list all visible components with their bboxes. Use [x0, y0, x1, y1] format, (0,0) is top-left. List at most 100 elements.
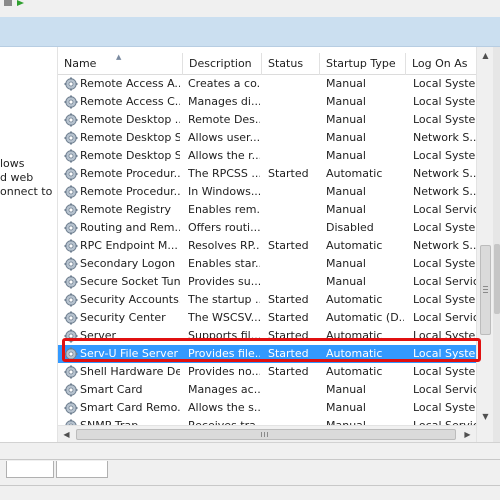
services-list[interactable]: Name ▲ Description Status Startup Type L… — [58, 47, 493, 442]
service-startup-type: Manual — [326, 203, 366, 216]
service-log-on-as: Local Syste... — [413, 401, 476, 414]
tab-extended[interactable] — [6, 461, 54, 478]
service-log-on-as: Local Syste... — [413, 149, 476, 162]
service-startup-type: Disabled — [326, 221, 374, 234]
scroll-right-button[interactable]: ▶ — [459, 426, 476, 442]
service-status: Started — [268, 167, 309, 180]
scroll-left-button[interactable]: ◀ — [58, 426, 75, 442]
gear-icon — [64, 401, 78, 415]
service-name: Remote Access C... — [80, 95, 180, 108]
service-description: Manages di... — [188, 95, 260, 108]
service-row[interactable]: Secondary Logon Enables star... Manual Loca… — [58, 255, 476, 273]
gear-icon — [64, 239, 78, 253]
service-log-on-as: Local Syste... — [413, 293, 476, 306]
service-name: Remote Procedur... — [80, 167, 180, 180]
service-startup-type: Manual — [326, 131, 366, 144]
service-description: Offers routi... — [188, 221, 260, 234]
status-divider — [0, 485, 500, 486]
service-row[interactable]: Security Accounts... The startup ... Start… — [58, 291, 476, 309]
service-row[interactable]: Remote Desktop ... Remote Des... Manual Loc… — [58, 111, 476, 129]
service-log-on-as: Local Syste... — [413, 77, 476, 90]
service-row[interactable]: Shell Hardware De... Provides no... Starte… — [58, 363, 476, 381]
column-header-name[interactable]: Name ▲ — [58, 53, 183, 75]
column-header-description[interactable]: Description — [183, 53, 262, 75]
service-row[interactable]: Security Center The WSCSV... Started Automa… — [58, 309, 476, 327]
service-description: Allows user... — [188, 131, 260, 144]
service-description: Enables rem... — [188, 203, 260, 216]
service-name: Remote Desktop ... — [80, 113, 180, 126]
toolbar-stop-icon[interactable] — [3, 0, 13, 8]
gear-icon — [64, 149, 78, 163]
column-header-log-on-as[interactable]: Log On As — [406, 53, 476, 75]
gear-icon — [64, 293, 78, 307]
service-description: Provides su... — [188, 275, 260, 288]
service-startup-type: Manual — [326, 185, 366, 198]
service-description: Creates a co... — [188, 77, 260, 90]
service-row[interactable]: Smart Card Manages ac... Manual Local Servi… — [58, 381, 476, 399]
service-description: Allows the s... — [188, 401, 260, 414]
window-scroll-thumb[interactable] — [494, 244, 500, 314]
gear-icon — [64, 221, 78, 235]
service-row[interactable]: Secure Socket Tun... Provides su... Manual… — [58, 273, 476, 291]
service-log-on-as: Local Syste... — [413, 95, 476, 108]
service-row[interactable]: Smart Card Remo... Allows the s... Manual L… — [58, 399, 476, 417]
scroll-up-button[interactable]: ▲ — [477, 47, 493, 64]
column-header-status[interactable]: Status — [262, 53, 320, 75]
service-row[interactable]: Routing and Rem... Offers routi... Disable… — [58, 219, 476, 237]
list-horizontal-scrollbar[interactable]: ◀ ▶ — [58, 425, 476, 442]
toolbar-play-icon[interactable] — [16, 0, 26, 8]
service-description-pane: lows d web onnect to — [0, 47, 58, 442]
description-line-3: onnect to — [0, 185, 53, 198]
service-name: Routing and Rem... — [80, 221, 180, 234]
service-log-on-as: Local Syste... — [413, 365, 476, 378]
service-row[interactable]: RPC Endpoint M... Resolves RP... Started Au… — [58, 237, 476, 255]
service-startup-type: Manual — [326, 77, 366, 90]
horizontal-scroll-thumb[interactable] — [76, 429, 456, 440]
column-startup-type-label: Startup Type — [326, 57, 396, 70]
service-startup-type: Manual — [326, 113, 366, 126]
scroll-down-button[interactable]: ▼ — [477, 408, 493, 425]
service-row[interactable]: Remote Access C... Manages di... Manual Loc… — [58, 93, 476, 111]
tab-standard[interactable] — [56, 461, 108, 478]
gear-icon — [64, 311, 78, 325]
service-startup-type: Manual — [326, 257, 366, 270]
service-log-on-as: Local Syste... — [413, 329, 476, 342]
service-row[interactable]: Remote Desktop S... Allows user... Manual N… — [58, 129, 476, 147]
service-log-on-as: Local Service — [413, 203, 476, 216]
service-row[interactable]: Remote Registry Enables rem... Manual Local… — [58, 201, 476, 219]
service-description: Remote Des... — [188, 113, 260, 126]
service-startup-type: Manual — [326, 383, 366, 396]
service-description: Manages ac... — [188, 383, 260, 396]
service-startup-type: Manual — [326, 149, 366, 162]
service-status — [268, 75, 318, 93]
service-row[interactable]: Remote Desktop S... Allows the r... Manual… — [58, 147, 476, 165]
gear-icon — [64, 383, 78, 397]
toolbar — [0, 0, 500, 17]
list-vertical-scrollbar[interactable]: ▲ ▼ — [476, 47, 493, 442]
service-startup-type: Automatic — [326, 365, 383, 378]
service-log-on-as: Local Syste... — [413, 257, 476, 270]
gear-icon — [64, 95, 78, 109]
description-line-1: lows — [0, 157, 25, 170]
service-log-on-as: Local Syste... — [413, 113, 476, 126]
service-name: Shell Hardware De... — [80, 365, 180, 378]
service-row[interactable]: Server Supports fil... Started Automatic Loc… — [58, 327, 476, 345]
gear-icon — [64, 113, 78, 127]
vertical-scroll-thumb[interactable] — [480, 245, 491, 335]
column-header-startup-type[interactable]: Startup Type — [320, 53, 406, 75]
service-row[interactable]: Remote Procedur... In Windows... Manual Net… — [58, 183, 476, 201]
service-name: Security Accounts... — [80, 293, 180, 306]
service-name: Smart Card — [80, 383, 143, 396]
service-row-selected[interactable]: Serv-U File Server Provides file... Starte… — [58, 345, 476, 363]
service-log-on-as: Network S... — [413, 185, 476, 198]
service-log-on-as: Local Syste... — [413, 347, 476, 360]
gear-icon — [64, 77, 78, 91]
tab-strip-line — [0, 459, 500, 460]
service-row[interactable]: Remote Access A... Creates a co... Manual L… — [58, 75, 476, 93]
service-status — [268, 111, 318, 129]
gear-icon — [64, 275, 78, 289]
service-startup-type: Automatic — [326, 293, 383, 306]
service-name: Secondary Logon — [80, 257, 176, 270]
service-row[interactable]: Remote Procedur... The RPCSS ... Started Au… — [58, 165, 476, 183]
service-status — [268, 183, 318, 201]
